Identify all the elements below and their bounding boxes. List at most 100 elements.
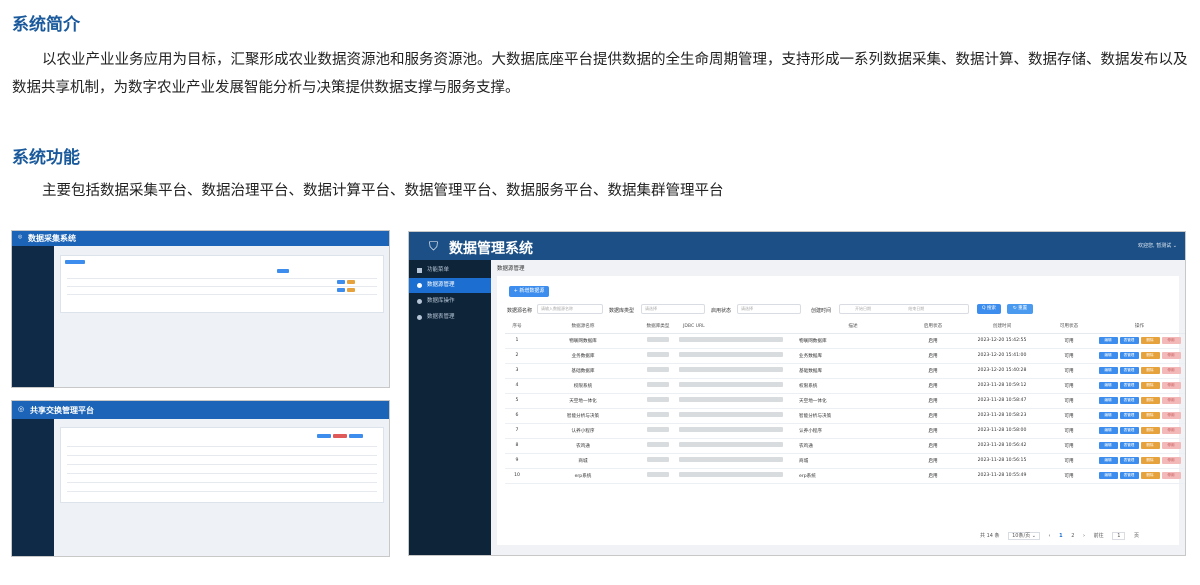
delete-button[interactable]: 删除 xyxy=(1140,397,1160,404)
datasource-name-input[interactable]: 请输入数据源名称 xyxy=(537,304,603,314)
table-manage-button[interactable]: 表管理 xyxy=(1119,337,1139,344)
disable-button[interactable]: 停用 xyxy=(1161,367,1181,374)
filter-label: 数据库类型 xyxy=(609,308,635,314)
screenshot-data-management: ⛉ 数据管理系统 欢迎您, 暂测试 ⌄ 功能菜单 数据源管理 数据库操作 数据表… xyxy=(408,231,1186,556)
table-manage-button[interactable]: 表管理 xyxy=(1119,397,1139,404)
intro-heading: 系统简介 xyxy=(12,15,80,35)
screenshot-data-collection: ◎ 数据采集系统 xyxy=(11,230,390,388)
delete-button[interactable]: 删除 xyxy=(1140,382,1160,389)
delete-button[interactable]: 删除 xyxy=(1140,457,1160,464)
table-row: 1 物联网数据库 物联网数据库 启用 2023-12-20 15:42:55 可用 编辑 表管… xyxy=(505,333,1185,349)
table-manage-button[interactable]: 表管理 xyxy=(1119,427,1139,434)
disable-button[interactable]: 停用 xyxy=(1161,337,1181,344)
redacted-value xyxy=(647,397,669,402)
disable-button[interactable]: 停用 xyxy=(1161,427,1181,434)
edit-button[interactable]: 编辑 xyxy=(1098,412,1118,419)
edit-button[interactable]: 编辑 xyxy=(1098,472,1118,479)
table-manage-button[interactable]: 表管理 xyxy=(1119,472,1139,479)
table-manage-button[interactable]: 表管理 xyxy=(1119,442,1139,449)
redacted-value xyxy=(679,412,783,417)
table-row: 7 认养小程序 认养小程序 启用 2023-11-28 10:58:00 可用 编辑 表管理删… xyxy=(505,423,1185,439)
sidebar-item-db-ops[interactable]: 数据库操作 xyxy=(409,294,491,309)
logo-icon: ◎ xyxy=(18,405,25,413)
breadcrumb: 数据源管理 xyxy=(497,266,525,272)
filter-label: 数据源名称 xyxy=(507,308,533,314)
database-icon xyxy=(417,315,422,320)
mini-title: 数据采集系统 xyxy=(28,234,76,243)
page-1-button[interactable]: 1 xyxy=(1059,533,1062,539)
sidebar-item-datasource[interactable]: 数据源管理 xyxy=(409,278,491,293)
database-icon xyxy=(417,299,422,304)
table-manage-button[interactable]: 表管理 xyxy=(1119,382,1139,389)
disable-button[interactable]: 停用 xyxy=(1161,382,1181,389)
redacted-value xyxy=(679,352,783,357)
edit-button[interactable]: 编辑 xyxy=(1098,397,1118,404)
disable-button[interactable]: 停用 xyxy=(1161,412,1181,419)
edit-button[interactable]: 编辑 xyxy=(1098,457,1118,464)
redacted-value xyxy=(679,427,783,432)
table-row: 3 基础数据库 基础数据库 启用 2023-12-20 15:40:28 可用 编辑 表管理删… xyxy=(505,363,1185,379)
disable-button[interactable]: 停用 xyxy=(1161,352,1181,359)
redacted-value xyxy=(679,337,783,342)
pagination: 共 14 条 10条/页 ⌄ ‹ 1 2 › 前往 1 页 xyxy=(979,532,1139,540)
edit-button[interactable]: 编辑 xyxy=(1098,442,1118,449)
disable-button[interactable]: 停用 xyxy=(1161,472,1181,479)
redacted-value xyxy=(647,352,669,357)
edit-button[interactable]: 编辑 xyxy=(1098,352,1118,359)
redacted-value xyxy=(679,457,783,462)
user-menu[interactable]: 欢迎您, 暂测试 ⌄ xyxy=(1138,242,1177,249)
delete-button[interactable]: 删除 xyxy=(1140,352,1160,359)
redacted-value xyxy=(679,382,783,387)
redacted-value xyxy=(647,412,669,417)
delete-button[interactable]: 删除 xyxy=(1140,442,1160,449)
delete-button[interactable]: 删除 xyxy=(1140,427,1160,434)
redacted-value xyxy=(647,367,669,372)
sidebar-item-tables[interactable]: 数据表管理 xyxy=(409,310,491,325)
intro-paragraph: 以农业产业业务应用为目标，汇聚形成农业数据资源池和服务资源池。大数据底座平台提供… xyxy=(12,52,1188,96)
app-title: 数据管理系统 xyxy=(449,241,533,257)
delete-button[interactable]: 删除 xyxy=(1140,412,1160,419)
goto-page-input[interactable]: 1 xyxy=(1112,532,1126,540)
mini-title: 共享交换管理平台 xyxy=(30,406,94,415)
edit-button[interactable]: 编辑 xyxy=(1098,337,1118,344)
status-select[interactable]: 请选择 xyxy=(737,304,801,314)
delete-button[interactable]: 删除 xyxy=(1140,472,1160,479)
disable-button[interactable]: 停用 xyxy=(1161,457,1181,464)
search-button[interactable]: Q 搜索 xyxy=(977,304,1001,314)
mini-header: ◎ 共享交换管理平台 xyxy=(12,401,389,419)
table-manage-button[interactable]: 表管理 xyxy=(1119,412,1139,419)
delete-button[interactable]: 删除 xyxy=(1140,337,1160,344)
add-datasource-button[interactable]: + 新增数据源 xyxy=(509,286,549,297)
disable-button[interactable]: 停用 xyxy=(1161,397,1181,404)
mini-sidebar xyxy=(12,419,54,556)
next-page-button[interactable]: › xyxy=(1083,533,1085,539)
prev-page-button[interactable]: ‹ xyxy=(1049,533,1051,539)
page-2-button[interactable]: 2 xyxy=(1071,533,1074,539)
table-row: 5 天空地一体化 天空地一体化 启用 2023-11-28 10:58:47 可用 编辑 表管… xyxy=(505,393,1185,409)
datasource-table: 序号 数据源名称 数据库类型 JDBC URL 描述 启用状态 创建时间 可用状… xyxy=(505,320,1185,484)
sidebar: 功能菜单 数据源管理 数据库操作 数据表管理 xyxy=(409,260,491,555)
table-row: 10 erp系统 erp系统 启用 2023-11-28 10:55:49 可用 编辑 表管理… xyxy=(505,468,1185,484)
delete-button[interactable]: 删除 xyxy=(1140,367,1160,374)
features-heading: 系统功能 xyxy=(12,148,80,168)
reset-button[interactable]: ↻ 重置 xyxy=(1007,304,1033,314)
page-size-select[interactable]: 10条/页 ⌄ xyxy=(1008,532,1040,540)
sidebar-item-menu[interactable]: 功能菜单 xyxy=(409,263,491,278)
disable-button[interactable]: 停用 xyxy=(1161,442,1181,449)
table-manage-button[interactable]: 表管理 xyxy=(1119,457,1139,464)
database-icon xyxy=(417,283,422,288)
redacted-value xyxy=(647,442,669,447)
table-manage-button[interactable]: 表管理 xyxy=(1119,352,1139,359)
edit-button[interactable]: 编辑 xyxy=(1098,427,1118,434)
edit-button[interactable]: 编辑 xyxy=(1098,382,1118,389)
table-row: 9 商城 商城 启用 2023-11-28 10:56:15 可用 编辑 表管理 删除 停用 xyxy=(505,453,1185,469)
screenshot-sharing-platform: ◎ 共享交换管理平台 xyxy=(11,400,390,557)
redacted-value xyxy=(679,442,783,447)
table-manage-button[interactable]: 表管理 xyxy=(1119,367,1139,374)
mini-sidebar xyxy=(12,246,54,387)
db-type-select[interactable]: 请选择 xyxy=(641,304,705,314)
main-content: 数据源管理 + 新增数据源 数据源名称 请输入数据源名称 数据库类型 请选择 启… xyxy=(491,260,1185,555)
mini-table-panel xyxy=(60,255,384,313)
date-range-input[interactable]: 开始日期 结束日期 xyxy=(839,304,969,314)
edit-button[interactable]: 编辑 xyxy=(1098,367,1118,374)
